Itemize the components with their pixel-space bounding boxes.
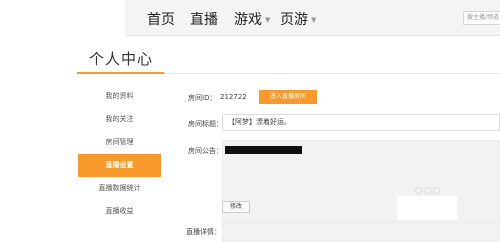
search-input[interactable]: 搜主播/频道	[463, 11, 500, 25]
sidebar: 我的资料 我的关注 房间管理 直播设置 直播数据统计 直播收益	[78, 85, 161, 223]
room-title-label: 房间标题：	[188, 120, 223, 128]
enter-room-button[interactable]: 进入直播房间	[259, 90, 317, 104]
chevron-down-icon: ▼	[311, 16, 317, 24]
nav-live[interactable]: 直播	[190, 9, 218, 29]
room-id-label: 房间ID：	[188, 94, 217, 102]
top-nav-bar: 首页 直播 游戏 ▼ 页游 ▼ 搜主播/频道	[0, 0, 500, 36]
site-logo[interactable]	[0, 0, 125, 36]
sidebar-item-live-settings[interactable]: 直播设置	[78, 154, 161, 177]
nav-home-label: 首页	[147, 12, 175, 28]
room-title-input[interactable]: 【阿梦】漂着好运。	[222, 114, 500, 131]
nav-games[interactable]: 游戏 ▼	[234, 9, 270, 29]
nav-mobile-games-label: 页游	[280, 12, 308, 28]
title-underline	[77, 72, 164, 74]
live-detail-textarea[interactable]	[222, 222, 500, 242]
nav-mobile-games[interactable]: 页游 ▼	[280, 9, 316, 29]
sidebar-item-live-stats[interactable]: 直播数据统计	[78, 177, 161, 200]
sidebar-item-live-earnings[interactable]: 直播收益	[78, 200, 161, 223]
page-title: 个人中心	[89, 50, 154, 68]
edit-notice-button[interactable]: 修改	[222, 201, 250, 213]
notice-blank-area	[397, 196, 457, 220]
live-detail-label: 直播详情：	[186, 228, 221, 236]
nav-games-label: 游戏	[234, 12, 262, 28]
sidebar-item-profile[interactable]: 我的资料	[78, 85, 161, 108]
loading-dots-icon: ○○○	[415, 186, 442, 196]
redacted-notice-text	[225, 146, 302, 154]
nav-live-label: 直播	[190, 12, 218, 28]
title-divider	[164, 73, 500, 74]
chevron-down-icon: ▼	[265, 16, 271, 24]
notice-label: 房间公告：	[188, 147, 223, 155]
sidebar-item-following[interactable]: 我的关注	[78, 108, 161, 131]
search-placeholder: 搜主播/频道	[467, 14, 500, 21]
sidebar-item-room-management[interactable]: 房间管理	[78, 131, 161, 154]
room-id-value: 212722	[220, 93, 247, 101]
nav-home[interactable]: 首页	[147, 9, 175, 29]
